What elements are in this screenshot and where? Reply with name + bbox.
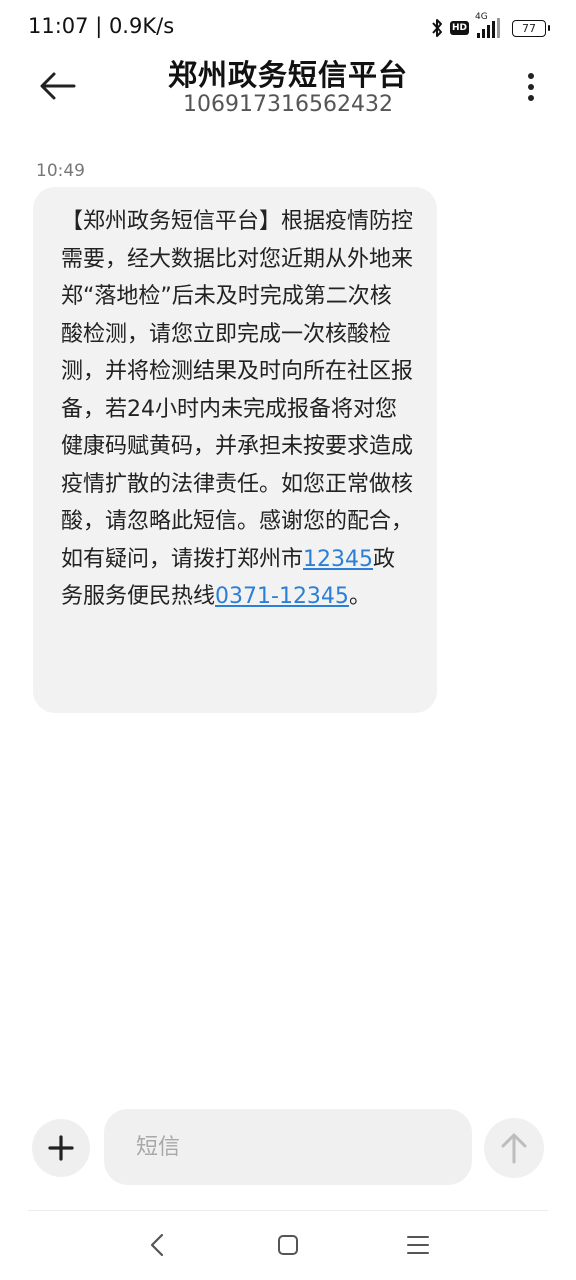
message-timestamp: 10:49	[36, 161, 85, 181]
more-options-button[interactable]	[526, 72, 536, 102]
status-bar: 11:07 | 0.9K/s HD 4G 77	[0, 0, 576, 56]
message-text: 【郑州政务短信平台】根据疫情防控需要，经大数据比对您近期从外地来郑“落地检”后未…	[61, 203, 413, 616]
phone-link-12345[interactable]: 12345	[303, 547, 373, 572]
hd-badge: HD	[449, 21, 469, 35]
nav-home-button[interactable]	[268, 1228, 308, 1262]
menu-icon	[407, 1236, 429, 1254]
status-icons: HD 4G 77	[430, 12, 550, 41]
status-time-speed: 11:07 | 0.9K/s	[28, 14, 175, 38]
arrow-up-icon	[501, 1133, 527, 1164]
nav-recents-button[interactable]	[398, 1228, 438, 1262]
square-icon	[278, 1235, 298, 1255]
battery-icon: 77	[512, 19, 550, 37]
bluetooth-icon	[432, 19, 442, 37]
signal-icon: 4G	[475, 12, 500, 38]
message-text-part1: 【郑州政务短信平台】根据疫情防控需要，经大数据比对您近期从外地来郑“落地检”后未…	[61, 209, 414, 572]
phone-link-hotline[interactable]: 0371-12345	[215, 584, 349, 609]
nav-divider	[28, 1210, 548, 1211]
add-attachment-button[interactable]	[32, 1119, 90, 1177]
contact-name: 郑州政务短信平台	[167, 58, 408, 92]
send-button[interactable]	[484, 1118, 544, 1178]
conversation-header: 郑州政务短信平台 106917316562432	[0, 52, 576, 122]
more-vertical-icon	[528, 73, 534, 101]
plus-icon	[48, 1135, 74, 1161]
message-input[interactable]	[104, 1109, 472, 1185]
message-bubble[interactable]: 【郑州政务短信平台】根据疫情防控需要，经大数据比对您近期从外地来郑“落地检”后未…	[33, 187, 437, 713]
message-text-part3: 。	[348, 584, 371, 609]
contact-number: 106917316562432	[183, 92, 393, 117]
chevron-left-icon	[150, 1233, 164, 1257]
network-type: 4G	[475, 12, 488, 22]
nav-back-button[interactable]	[137, 1228, 177, 1262]
